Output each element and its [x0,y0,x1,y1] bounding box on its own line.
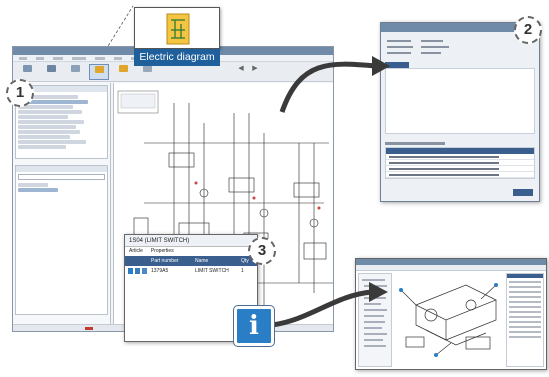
cell-part-number: 1379A5 [151,268,169,274]
callout-badge-1: 1 [6,79,34,107]
catalog-icon [46,65,56,72]
tree-row[interactable] [18,183,48,187]
search-input[interactable] [18,174,105,180]
column-part-number: Part number [151,258,179,264]
tree-row-selected[interactable] [18,188,58,192]
preview-parts-list [506,273,544,367]
toolbar-button-6[interactable] [137,64,157,80]
menu-item-1[interactable] [19,57,27,60]
dialog-section-label [385,142,445,145]
flag-icon [85,327,93,330]
electric-diagram-icon-large [166,13,190,45]
tree-row[interactable] [18,140,86,144]
search-panel-header [16,166,107,172]
toolbar-forward-button[interactable]: ▶ [245,64,265,80]
electric-diagram-callout [134,7,220,49]
menu-item-6[interactable] [114,57,122,60]
preview-exploded-drawing [399,283,498,357]
callout-badge-2: 2 [514,16,542,44]
dialog-field-row [381,50,539,56]
callout-badge-3: 3 [248,237,276,265]
tree-row[interactable] [18,145,66,149]
screenshot-root: ◀ ▶ Electric diagram 1S04 (LIMIT SWITCH)… [0,0,549,377]
article-popup-tab-article[interactable]: Article [129,247,143,256]
tree-row[interactable] [18,125,76,129]
tree-row[interactable] [18,120,84,124]
dialog-table-header [386,148,534,154]
toolbar-button-5[interactable] [113,64,133,80]
electric-diagram-icon [94,66,104,73]
article-popup-tab-properties[interactable]: Properties [151,247,174,256]
electric-diagram-label: Electric diagram [134,49,220,66]
preview-tree-lines [362,279,387,347]
menu-item-2[interactable] [36,57,44,60]
toolbar-button-3[interactable] [65,64,85,80]
document-icon [22,65,32,72]
tree-row[interactable] [18,135,70,139]
part-details-dialog [380,22,540,202]
dialog-table-row[interactable] [386,172,534,178]
article-popup-title: 1S04 (LIMIT SWITCH) [125,235,257,247]
tree-row[interactable] [18,130,80,134]
preview-tree [358,273,392,367]
cell-name: LIMIT SWITCH [195,268,229,274]
menu-item-3[interactable] [53,57,63,60]
left-pane [13,83,111,331]
cart-icon[interactable] [135,268,140,274]
cell-qty: 1 [241,268,244,274]
column-name: Name [195,258,209,264]
article-table-row[interactable]: 1379A5 LIMIT SWITCH 1 [125,266,257,276]
search-panel [15,165,108,315]
part-icon [70,65,80,72]
arrow-right-icon: ▶ [252,65,258,72]
toolbar-button-2[interactable] [41,64,61,80]
dialog-table [385,147,535,179]
info-button-large[interactable]: i [233,305,275,347]
toolbar-button-1[interactable] [17,64,37,80]
diagram-icon [118,65,128,72]
article-table-header: Part number Name Qty [125,256,257,266]
menu-item-5[interactable] [95,57,105,60]
dialog-properties-area [385,68,535,134]
toolbar-button-electric[interactable] [89,64,109,80]
preview-toolbar [356,265,546,271]
menu-item-4[interactable] [72,57,86,60]
tool-icon [142,65,152,72]
tree-row[interactable] [18,110,82,114]
preview-list-rows [509,281,541,338]
document-icon[interactable] [142,268,147,274]
tree-row[interactable] [18,105,73,109]
tree-row[interactable] [18,115,68,119]
info-icon[interactable] [128,268,133,274]
article-popup-menu: Article Properties [125,247,257,256]
dialog-ok-button[interactable] [513,189,533,196]
parts-catalogue-preview [355,258,547,370]
